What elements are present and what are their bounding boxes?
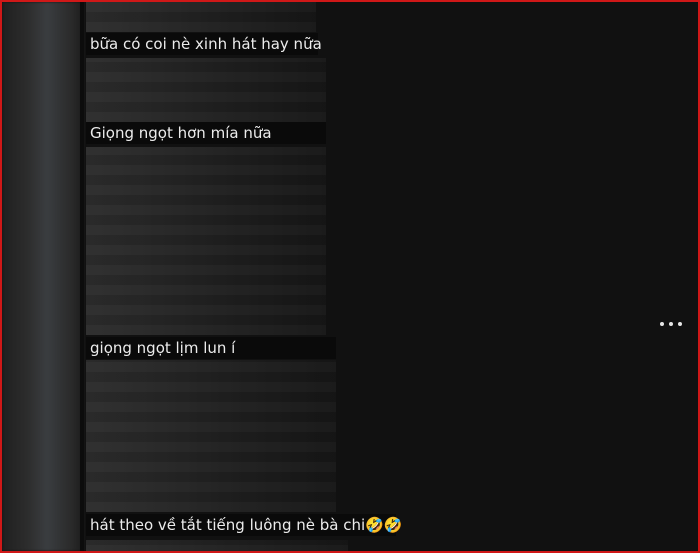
comment-text: giọng ngọt lịm lun í bbox=[86, 337, 336, 359]
blurred-image-1 bbox=[86, 2, 316, 32]
blurred-image-3 bbox=[86, 147, 326, 335]
blurred-image-5 bbox=[86, 540, 348, 551]
dot bbox=[669, 322, 673, 326]
screenshot-frame: bữa có coi nè xinh hát hay nữa Giọng ngọ… bbox=[0, 0, 700, 553]
dot bbox=[660, 322, 664, 326]
blurred-image-4 bbox=[86, 360, 336, 512]
comment-text: bữa có coi nè xinh hát hay nữa bbox=[86, 33, 322, 55]
more-options-icon[interactable] bbox=[660, 322, 682, 326]
dot bbox=[678, 322, 682, 326]
rail-divider bbox=[80, 2, 84, 551]
blurred-left-rail bbox=[2, 2, 84, 551]
blurred-image-2 bbox=[86, 58, 326, 122]
comment-text: hát theo về tắt tiếng luông nè bà chi🤣🤣 bbox=[86, 514, 403, 536]
comment-text: Giọng ngọt hơn mía nữa bbox=[86, 122, 326, 144]
